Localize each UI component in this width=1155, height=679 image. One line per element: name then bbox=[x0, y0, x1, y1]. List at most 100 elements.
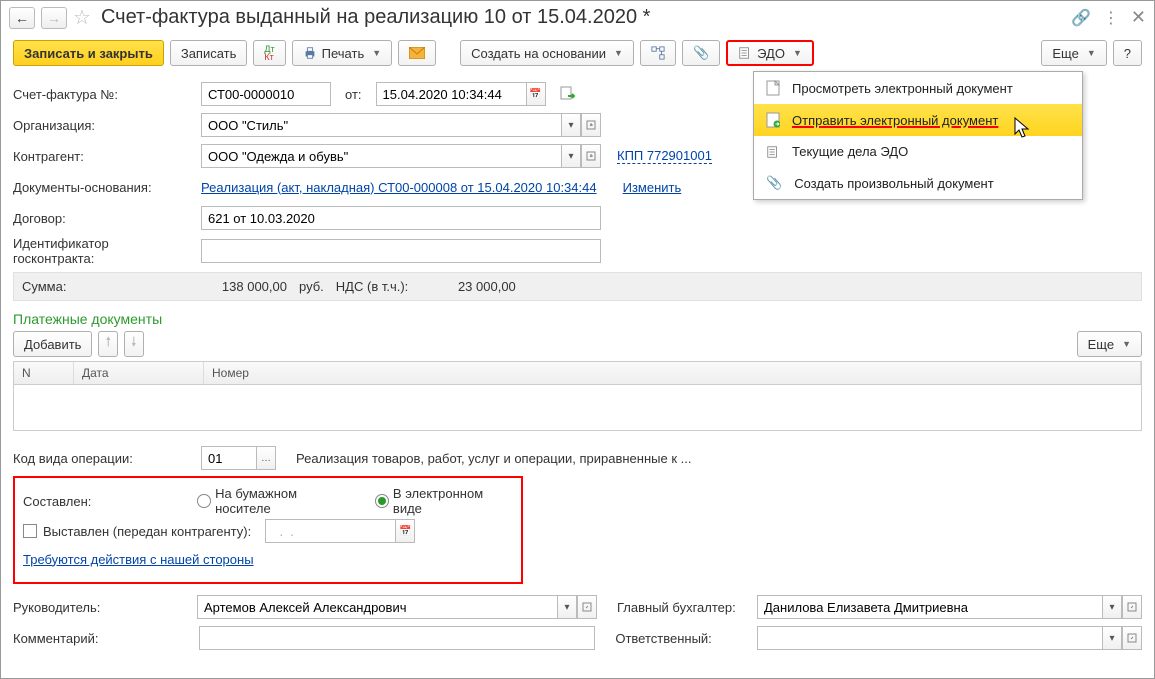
document-icon bbox=[766, 80, 780, 96]
date-from-label: от: bbox=[345, 87, 362, 102]
opcode-picker-button[interactable]: … bbox=[256, 446, 276, 470]
print-button[interactable]: Печать ▼ bbox=[292, 40, 393, 66]
dropdown-button[interactable]: ▾ bbox=[1102, 626, 1122, 650]
date-from-input[interactable] bbox=[376, 82, 526, 106]
issued-date-input[interactable] bbox=[265, 519, 395, 543]
doc-status-icon[interactable] bbox=[560, 86, 576, 102]
menu-current-label: Текущие дела ЭДО bbox=[792, 144, 1070, 159]
attach-button[interactable]: 📎 bbox=[682, 40, 720, 66]
sum-value: 138 000,00 bbox=[197, 279, 287, 294]
mail-icon bbox=[409, 47, 425, 59]
favorite-star-icon[interactable]: ☆ bbox=[73, 5, 91, 30]
add-button[interactable]: Добавить bbox=[13, 331, 92, 357]
open-button[interactable] bbox=[581, 144, 601, 168]
save-button[interactable]: Записать bbox=[170, 40, 248, 66]
menu-send-label: Отправить электронный документ bbox=[792, 113, 1070, 128]
head-input[interactable] bbox=[197, 595, 557, 619]
payments-table[interactable]: N Дата Номер bbox=[13, 361, 1142, 431]
link-icon[interactable]: 🔗 bbox=[1071, 8, 1091, 28]
nav-back-button[interactable]: ← bbox=[9, 7, 35, 29]
invoice-no-label: Счет-фактура №: bbox=[13, 87, 193, 102]
move-up-button[interactable]: 🠕 bbox=[98, 331, 118, 357]
menu-view-label: Просмотреть электронный документ bbox=[792, 81, 1070, 96]
issued-checkbox[interactable]: Выставлен (передан контрагенту): bbox=[23, 524, 251, 539]
invoice-no-input[interactable] bbox=[201, 82, 331, 106]
table-more-label: Еще bbox=[1088, 337, 1114, 352]
col-date[interactable]: Дата bbox=[74, 362, 204, 384]
goscontract-input[interactable] bbox=[201, 239, 601, 263]
radio-icon bbox=[375, 494, 389, 508]
accountant-label: Главный бухгалтер: bbox=[617, 600, 749, 615]
mail-button[interactable] bbox=[398, 40, 436, 66]
print-label: Печать bbox=[322, 46, 365, 61]
composed-label: Составлен: bbox=[23, 494, 189, 509]
calendar-icon: 📅 bbox=[529, 89, 541, 100]
caret-down-icon: ▼ bbox=[793, 48, 802, 58]
comment-input[interactable] bbox=[199, 626, 595, 650]
menu-view-edoc[interactable]: Просмотреть электронный документ bbox=[754, 72, 1082, 104]
open-button[interactable] bbox=[1122, 595, 1142, 619]
more-label: Еще bbox=[1052, 46, 1078, 61]
accountant-input[interactable] bbox=[757, 595, 1102, 619]
save-close-button[interactable]: Записать и закрыть bbox=[13, 40, 164, 66]
contract-input[interactable] bbox=[201, 206, 601, 230]
edo-label: ЭДО bbox=[757, 46, 785, 61]
close-button[interactable]: ✕ bbox=[1131, 7, 1146, 28]
open-button[interactable] bbox=[1122, 626, 1142, 650]
calendar-button[interactable]: 📅 bbox=[395, 519, 415, 543]
dropdown-button[interactable]: ▾ bbox=[1102, 595, 1122, 619]
kpp-link[interactable]: КПП 772901001 bbox=[617, 148, 712, 164]
action-needed-link[interactable]: Требуются действия с нашей стороны bbox=[23, 552, 254, 567]
edo-list-icon bbox=[766, 145, 780, 159]
contr-label: Контрагент: bbox=[13, 149, 193, 164]
menu-current-edo[interactable]: Текущие дела ЭДО bbox=[754, 136, 1082, 167]
dropdown-button[interactable]: ▾ bbox=[561, 113, 581, 137]
currency: руб. bbox=[299, 279, 324, 294]
comment-label: Комментарий: bbox=[13, 631, 191, 646]
sum-label: Сумма: bbox=[22, 279, 197, 294]
col-number[interactable]: Номер bbox=[204, 362, 1141, 384]
change-link[interactable]: Изменить bbox=[623, 180, 682, 195]
goscontract-label: Идентификатор госконтракта: bbox=[13, 236, 193, 266]
open-button[interactable] bbox=[577, 595, 597, 619]
move-down-button[interactable]: 🠗 bbox=[124, 331, 144, 357]
caret-down-icon: ▼ bbox=[614, 48, 623, 58]
menu-create-doc[interactable]: 📎 Создать произвольный документ bbox=[754, 167, 1082, 199]
printer-icon bbox=[303, 46, 317, 60]
calendar-icon: 📅 bbox=[399, 526, 411, 537]
docs-basis-link[interactable]: Реализация (акт, накладная) СТ00-000008 … bbox=[201, 180, 597, 195]
help-button[interactable]: ? bbox=[1113, 40, 1142, 66]
create-based-button[interactable]: Создать на основании ▼ bbox=[460, 40, 634, 66]
responsible-input[interactable] bbox=[757, 626, 1102, 650]
col-n[interactable]: N bbox=[14, 362, 74, 384]
paperclip-icon: 📎 bbox=[693, 45, 709, 61]
dropdown-button[interactable]: ▾ bbox=[557, 595, 577, 619]
opcode-input[interactable] bbox=[201, 446, 256, 470]
contract-label: Договор: bbox=[13, 211, 193, 226]
docs-basis-label: Документы-основания: bbox=[13, 180, 193, 195]
radio-paper[interactable]: На бумажном носителе bbox=[197, 486, 353, 516]
edo-button[interactable]: ЭДО ▼ bbox=[726, 40, 814, 66]
org-label: Организация: bbox=[13, 118, 193, 133]
structure-button[interactable] bbox=[640, 40, 676, 66]
create-based-label: Создать на основании bbox=[471, 46, 606, 61]
contr-input[interactable] bbox=[201, 144, 561, 168]
calendar-button[interactable]: 📅 bbox=[526, 82, 546, 106]
dtk-button[interactable]: ДтКт bbox=[253, 40, 285, 66]
menu-send-edoc[interactable]: Отправить электронный документ bbox=[754, 104, 1082, 136]
paperclip-icon: 📎 bbox=[766, 175, 782, 191]
table-more-button[interactable]: Еще ▼ bbox=[1077, 331, 1142, 357]
org-input[interactable] bbox=[201, 113, 561, 137]
radio-icon bbox=[197, 494, 211, 508]
opcode-desc: Реализация товаров, работ, услуг и опера… bbox=[296, 451, 691, 466]
kebab-menu-icon[interactable]: ⋮ bbox=[1103, 8, 1119, 28]
nav-forward-button[interactable]: → bbox=[41, 7, 67, 29]
edo-dropdown: Просмотреть электронный документ Отправи… bbox=[753, 71, 1083, 200]
open-button[interactable] bbox=[581, 113, 601, 137]
payments-section-title: Платежные документы bbox=[13, 311, 1142, 327]
radio-electronic[interactable]: В электронном виде bbox=[375, 486, 513, 516]
opcode-label: Код вида операции: bbox=[13, 451, 193, 466]
dropdown-button[interactable]: ▾ bbox=[561, 144, 581, 168]
menu-create-label: Создать произвольный документ bbox=[794, 176, 1070, 191]
more-button[interactable]: Еще ▼ bbox=[1041, 40, 1106, 66]
